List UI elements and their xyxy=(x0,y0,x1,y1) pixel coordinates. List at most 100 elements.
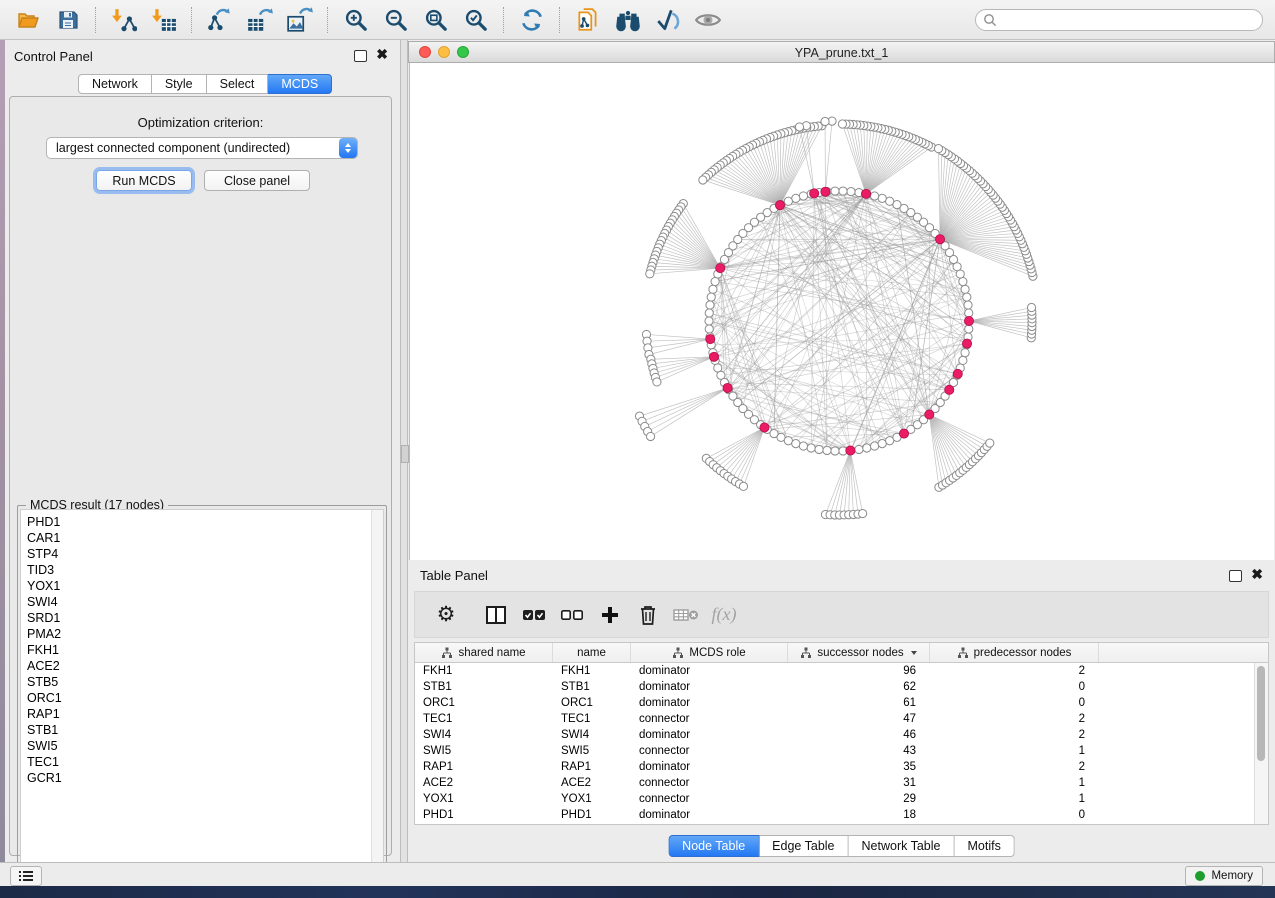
search-field[interactable] xyxy=(975,9,1263,31)
table-cell[interactable]: 2 xyxy=(930,665,1099,677)
zoom-out-icon[interactable] xyxy=(376,4,416,36)
tab-network[interactable]: Network xyxy=(78,74,152,94)
close-panel-icon[interactable]: ✖ xyxy=(376,46,388,62)
tab-style[interactable]: Style xyxy=(152,74,207,94)
network-canvas[interactable] xyxy=(409,63,1274,560)
table-cell[interactable]: 47 xyxy=(788,713,930,725)
mcds-result-item[interactable]: TID3 xyxy=(21,562,383,578)
table-cell[interactable]: SWI4 xyxy=(553,729,631,741)
export-image-icon[interactable] xyxy=(280,4,320,36)
search-input[interactable] xyxy=(1002,12,1262,28)
criterion-dropdown[interactable]: largest connected component (undirected) xyxy=(46,137,358,159)
table-cell[interactable]: YOX1 xyxy=(415,793,553,805)
table-cell[interactable]: 0 xyxy=(930,697,1099,709)
mcds-result-list[interactable]: PHD1 CAR1 STP4 TID3 YOX1 SWI4 SRD1 PMA2 … xyxy=(20,509,384,876)
table-cell[interactable]: SWI5 xyxy=(415,745,553,757)
table-cell[interactable]: ORC1 xyxy=(553,697,631,709)
mcds-result-item[interactable]: STB5 xyxy=(21,674,383,690)
mcds-result-item[interactable]: RAP1 xyxy=(21,706,383,722)
mcds-result-item[interactable]: PMA2 xyxy=(21,626,383,642)
table-cell[interactable]: FKH1 xyxy=(553,665,631,677)
show-details-eye-icon[interactable] xyxy=(688,4,728,36)
table-cell[interactable]: SWI4 xyxy=(415,729,553,741)
function-builder-icon[interactable]: f(x) xyxy=(711,602,737,628)
mcds-result-item[interactable]: SWI4 xyxy=(21,594,383,610)
table-cell[interactable]: FKH1 xyxy=(415,665,553,677)
table-cell[interactable]: 2 xyxy=(930,713,1099,725)
task-history-button[interactable] xyxy=(10,866,42,886)
tab-network-table[interactable]: Network Table xyxy=(849,835,955,857)
mcds-result-item[interactable]: TEC1 xyxy=(21,754,383,770)
deselect-all-columns-icon[interactable] xyxy=(559,602,585,628)
zoom-selected-icon[interactable] xyxy=(456,4,496,36)
mcds-result-item[interactable]: PHD1 xyxy=(21,514,383,530)
table-cell[interactable]: PHD1 xyxy=(415,809,553,821)
column-header-name[interactable]: name xyxy=(553,643,631,662)
mcds-result-item[interactable]: FKH1 xyxy=(21,642,383,658)
import-table-icon[interactable] xyxy=(144,4,184,36)
table-row[interactable]: FKH1FKH1dominator962 xyxy=(415,663,1268,679)
table-cell[interactable]: dominator xyxy=(631,697,788,709)
save-session-icon[interactable] xyxy=(48,4,88,36)
table-row[interactable]: TEC1TEC1connector472 xyxy=(415,711,1268,727)
table-cell[interactable]: connector xyxy=(631,793,788,805)
zoom-fit-icon[interactable] xyxy=(416,4,456,36)
mcds-result-item[interactable]: STB1 xyxy=(21,722,383,738)
table-cell[interactable]: 0 xyxy=(930,681,1099,693)
table-cell[interactable]: 18 xyxy=(788,809,930,821)
table-cell[interactable]: STB1 xyxy=(415,681,553,693)
mcds-result-item[interactable]: ACE2 xyxy=(21,658,383,674)
tab-mcds[interactable]: MCDS xyxy=(268,74,332,94)
table-cell[interactable]: ACE2 xyxy=(553,777,631,789)
export-network-icon[interactable] xyxy=(200,4,240,36)
table-cell[interactable]: connector xyxy=(631,713,788,725)
table-cell[interactable]: 61 xyxy=(788,697,930,709)
settings-gear-icon[interactable]: ⚙ xyxy=(433,602,459,628)
mcds-result-item[interactable]: YOX1 xyxy=(21,578,383,594)
add-column-icon[interactable] xyxy=(597,602,623,628)
column-header-mcds-role[interactable]: MCDS role xyxy=(631,643,788,662)
tab-node-table[interactable]: Node Table xyxy=(668,835,759,857)
network-view[interactable] xyxy=(410,63,1275,560)
binoculars-icon[interactable] xyxy=(608,4,648,36)
mcds-result-item[interactable]: STP4 xyxy=(21,546,383,562)
table-row[interactable]: ORC1ORC1dominator610 xyxy=(415,695,1268,711)
table-cell[interactable]: dominator xyxy=(631,809,788,821)
run-mcds-button[interactable]: Run MCDS xyxy=(96,170,192,191)
table-cell[interactable]: 62 xyxy=(788,681,930,693)
zoom-in-icon[interactable] xyxy=(336,4,376,36)
vertical-splitter[interactable] xyxy=(400,40,408,862)
network-window-titlebar[interactable]: YPA_prune.txt_1 xyxy=(408,41,1275,63)
table-row[interactable]: SWI4SWI4dominator462 xyxy=(415,727,1268,743)
table-cell[interactable]: YOX1 xyxy=(553,793,631,805)
table-cell[interactable]: connector xyxy=(631,745,788,757)
select-all-columns-icon[interactable] xyxy=(521,602,547,628)
table-cell[interactable]: dominator xyxy=(631,681,788,693)
mcds-result-item[interactable]: SWI5 xyxy=(21,738,383,754)
table-cell[interactable]: dominator xyxy=(631,761,788,773)
tab-motifs[interactable]: Motifs xyxy=(954,835,1014,857)
tab-select[interactable]: Select xyxy=(207,74,269,94)
table-row[interactable]: STB1STB1dominator620 xyxy=(415,679,1268,695)
table-row[interactable]: SWI5SWI5connector431 xyxy=(415,743,1268,759)
close-table-panel-icon[interactable]: ✖ xyxy=(1251,566,1263,582)
table-cell[interactable]: TEC1 xyxy=(553,713,631,725)
table-cell[interactable]: 2 xyxy=(930,729,1099,741)
table-cell[interactable]: ORC1 xyxy=(415,697,553,709)
table-cell[interactable]: 35 xyxy=(788,761,930,773)
result-list-scrollbar[interactable] xyxy=(371,510,383,875)
float-panel-icon[interactable] xyxy=(354,50,367,62)
close-panel-button[interactable]: Close panel xyxy=(204,170,310,191)
column-header-shared-name[interactable]: shared name xyxy=(415,643,553,662)
table-cell[interactable]: dominator xyxy=(631,729,788,741)
table-cell[interactable]: 43 xyxy=(788,745,930,757)
delete-column-icon[interactable] xyxy=(635,602,661,628)
table-cell[interactable]: dominator xyxy=(631,665,788,677)
table-cell[interactable]: ACE2 xyxy=(415,777,553,789)
float-table-panel-icon[interactable] xyxy=(1229,570,1242,582)
export-table-icon[interactable] xyxy=(240,4,280,36)
memory-button[interactable]: Memory xyxy=(1185,866,1263,886)
table-cell[interactable]: 46 xyxy=(788,729,930,741)
mcds-result-item[interactable]: ORC1 xyxy=(21,690,383,706)
network-from-selection-icon[interactable] xyxy=(568,4,608,36)
